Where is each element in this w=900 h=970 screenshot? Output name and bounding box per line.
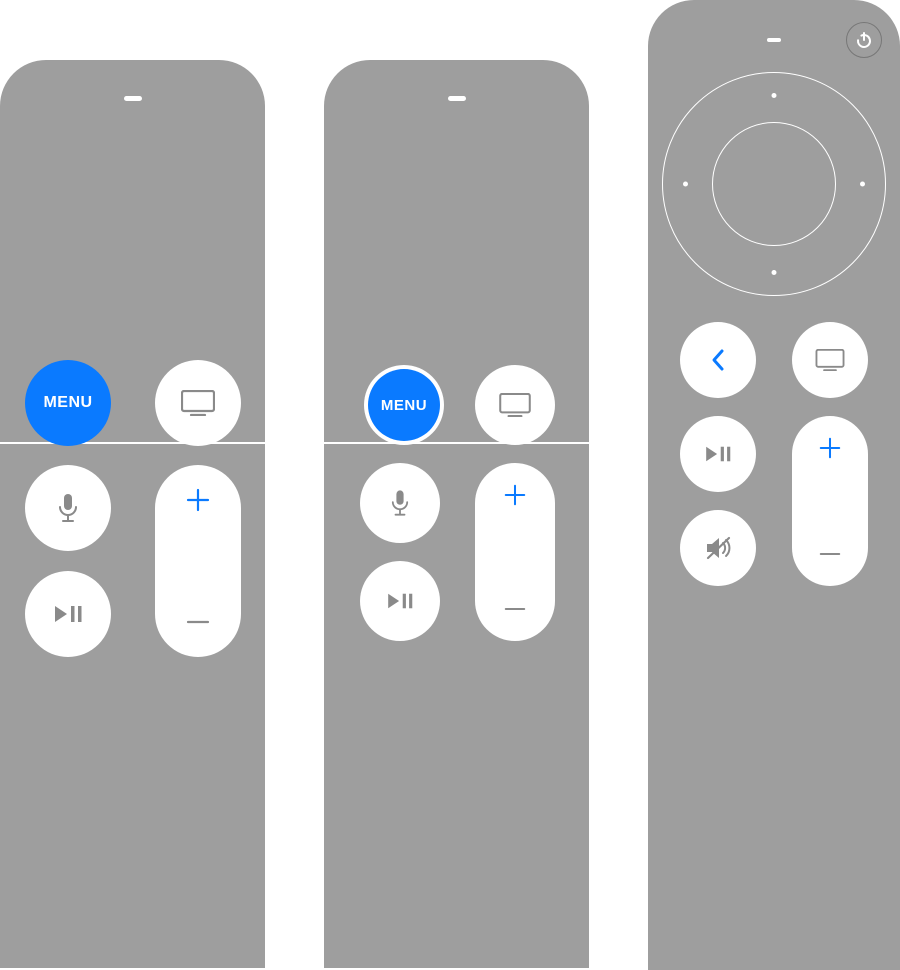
touch-surface-divider bbox=[0, 442, 265, 444]
volume-rocker[interactable] bbox=[792, 416, 868, 586]
clickpad-dot-up bbox=[772, 93, 777, 98]
menu-button-label: MENU bbox=[43, 394, 92, 412]
status-led bbox=[767, 38, 781, 42]
power-icon bbox=[855, 31, 873, 49]
volume-down-icon bbox=[503, 597, 527, 621]
volume-rocker[interactable] bbox=[475, 463, 555, 641]
clickpad-ring[interactable] bbox=[662, 72, 886, 296]
volume-rocker[interactable] bbox=[155, 465, 241, 657]
siri-remote-gen2 bbox=[648, 0, 900, 970]
mute-icon bbox=[704, 535, 732, 561]
status-led bbox=[448, 96, 466, 101]
menu-button[interactable]: MENU bbox=[25, 360, 111, 446]
siri-button[interactable] bbox=[360, 463, 440, 543]
play-pause-button[interactable] bbox=[25, 571, 111, 657]
tv-icon bbox=[181, 390, 215, 416]
siri-button[interactable] bbox=[25, 465, 111, 551]
siri-remote-gen1: MENU bbox=[0, 60, 265, 968]
siri-remote-gen1b: MENU bbox=[324, 60, 589, 968]
clickpad-center[interactable] bbox=[712, 122, 836, 246]
clickpad-dot-left bbox=[683, 182, 688, 187]
play-pause-button[interactable] bbox=[680, 416, 756, 492]
tv-button[interactable] bbox=[475, 365, 555, 445]
tv-icon bbox=[499, 393, 531, 417]
play-pause-icon bbox=[387, 591, 413, 611]
mute-button[interactable] bbox=[680, 510, 756, 586]
tv-icon bbox=[815, 349, 845, 371]
play-pause-button[interactable] bbox=[360, 561, 440, 641]
menu-button-label: MENU bbox=[381, 397, 427, 414]
volume-up-icon bbox=[818, 436, 842, 460]
volume-down-icon bbox=[818, 542, 842, 566]
touch-surface-divider bbox=[324, 442, 589, 444]
status-led bbox=[124, 96, 142, 101]
remote-diagram: MENU bbox=[0, 0, 900, 970]
clickpad-dot-down bbox=[772, 270, 777, 275]
tv-button[interactable] bbox=[155, 360, 241, 446]
play-pause-icon bbox=[705, 444, 731, 464]
menu-button[interactable]: MENU bbox=[368, 369, 440, 441]
power-button[interactable] bbox=[846, 22, 882, 58]
play-pause-icon bbox=[54, 603, 82, 625]
mic-icon bbox=[391, 489, 409, 517]
clickpad-dot-right bbox=[860, 182, 865, 187]
chevron-left-icon bbox=[710, 348, 726, 372]
back-button[interactable] bbox=[680, 322, 756, 398]
volume-up-icon bbox=[185, 487, 211, 513]
mic-icon bbox=[58, 493, 78, 523]
volume-down-icon bbox=[185, 609, 211, 635]
volume-up-icon bbox=[503, 483, 527, 507]
tv-button[interactable] bbox=[792, 322, 868, 398]
